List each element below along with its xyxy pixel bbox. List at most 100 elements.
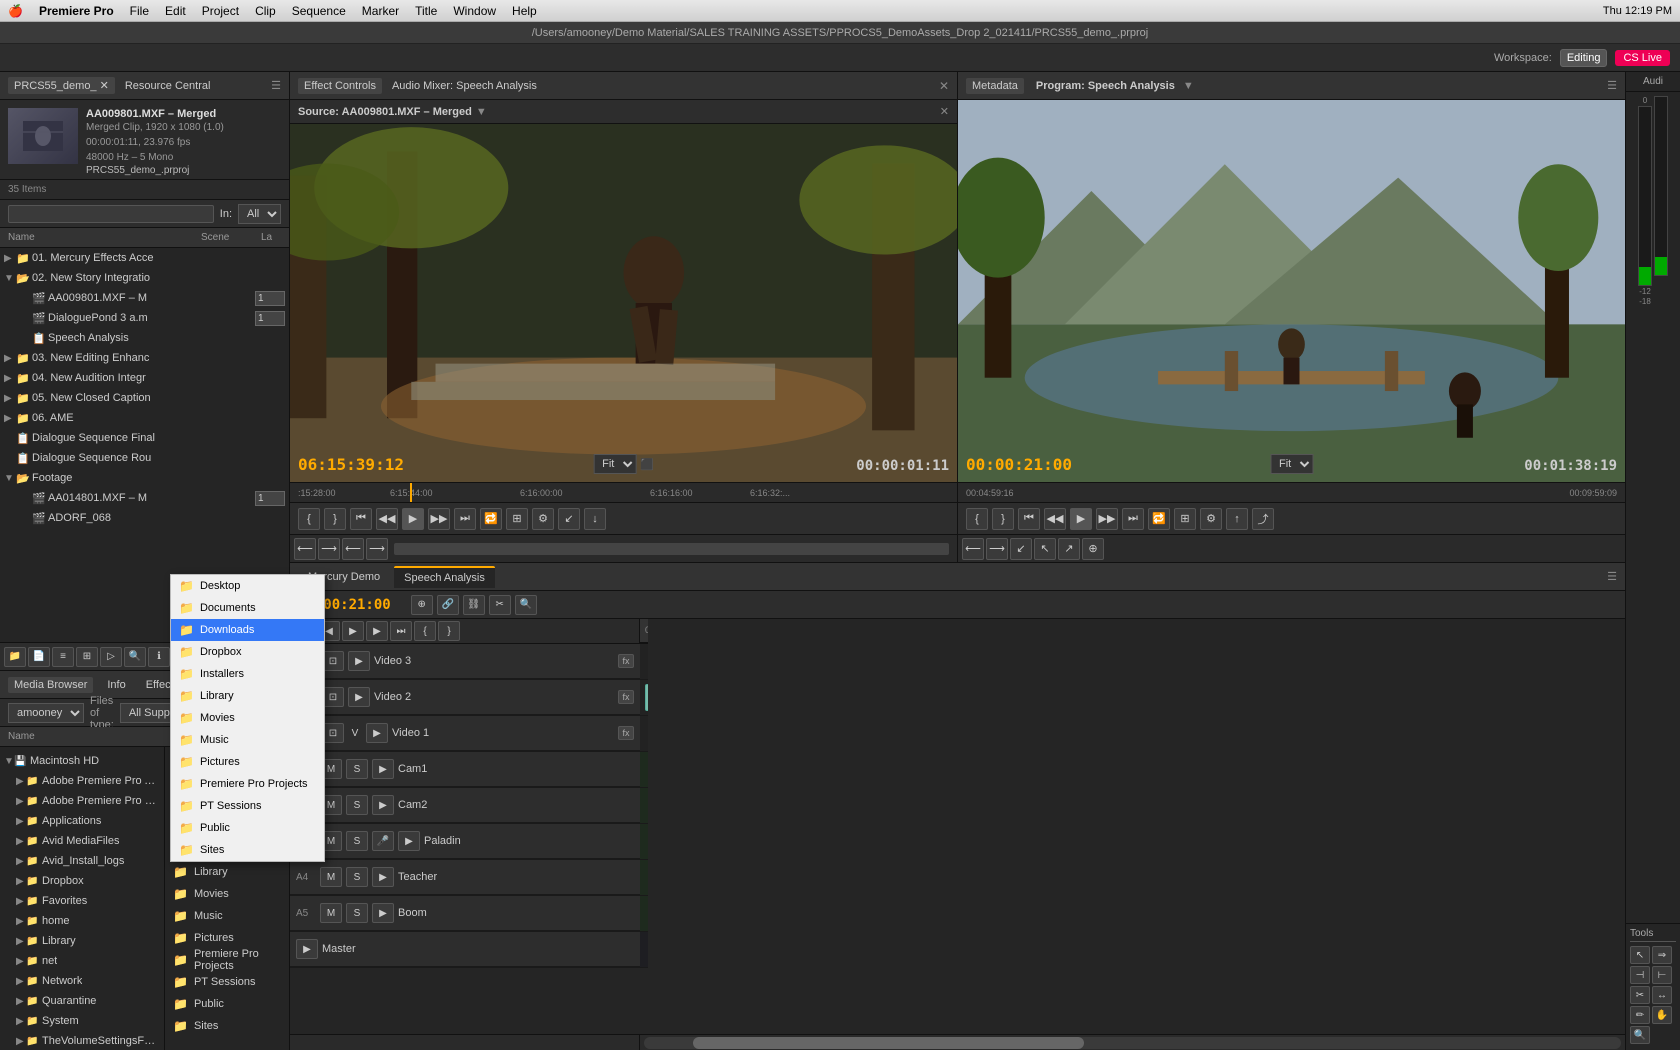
src-btn1[interactable]: ⟵ [294, 538, 316, 560]
tree-favorites[interactable]: ▶ 📁 Favorites [0, 891, 164, 911]
prog-mark-in[interactable]: { [966, 508, 988, 530]
prog-btn2[interactable]: ⟶ [986, 538, 1008, 560]
apple-menu[interactable]: 🍎 [8, 4, 23, 18]
ripple-edit-tool[interactable]: ⊣ [1630, 966, 1650, 984]
source-settings[interactable]: ⚙ [532, 508, 554, 530]
workspace-select[interactable]: Editing [1560, 49, 1608, 67]
slip-tool[interactable]: ↔ [1652, 986, 1672, 1004]
source-mark-out[interactable]: } [324, 508, 346, 530]
file-public[interactable]: 📁 Public [165, 993, 289, 1015]
tree-item-footage[interactable]: ▼ 📂 Footage [0, 468, 289, 488]
file-premiere-projects[interactable]: 📁 Premiere Pro Projects [165, 949, 289, 971]
tree-applications[interactable]: ▶ 📁 Applications [0, 811, 164, 831]
prog-btn4[interactable]: ↖ [1034, 538, 1056, 560]
in-select[interactable]: All [238, 204, 281, 224]
menu-edit[interactable]: Edit [165, 4, 186, 18]
track-a2-arrow[interactable]: ▶ [372, 795, 394, 815]
track-v1-arrow[interactable]: ▶ [366, 723, 388, 743]
track-v2-fx[interactable]: fx [618, 690, 634, 704]
tree-item-dialoguepond[interactable]: 🎬 DialoguePond 3 a.m [0, 308, 289, 328]
track-v2-sync[interactable]: ⊡ [322, 687, 344, 707]
track-a5-solo[interactable]: S [346, 903, 368, 923]
track-v1-sync[interactable]: ⊡ [322, 723, 344, 743]
source-fit-select[interactable]: Fit [593, 454, 636, 474]
prog-step-fwd[interactable]: ▶▶ [1096, 508, 1118, 530]
menu-project[interactable]: Project [202, 4, 239, 18]
dd-pt-sessions[interactable]: 📁 PT Sessions [171, 795, 324, 817]
source-close-icon[interactable]: ✕ [940, 105, 949, 118]
menu-help[interactable]: Help [512, 4, 537, 18]
file-movies[interactable]: 📁 Movies [165, 883, 289, 905]
app-name[interactable]: Premiere Pro [39, 4, 114, 18]
track-a2-solo[interactable]: S [346, 795, 368, 815]
icon-view-button[interactable]: ⊞ [76, 647, 98, 667]
track-a3-solo[interactable]: S [346, 831, 368, 851]
dd-music[interactable]: 📁 Music [171, 729, 324, 751]
timeline-menu-icon[interactable]: ☰ [1607, 570, 1617, 583]
tree-item-adorf068[interactable]: 🎬 ADORF_068 [0, 508, 289, 528]
source-overwrite[interactable]: ↓ [584, 508, 606, 530]
tl-goto-end[interactable]: ⏭ [390, 621, 412, 641]
tl-mark-out[interactable]: } [438, 621, 460, 641]
razor-tool[interactable]: ✂ [1630, 986, 1650, 1004]
tree-dropbox[interactable]: ▶ 📁 Dropbox [0, 871, 164, 891]
tree-system[interactable]: ▶ 📁 System [0, 1011, 164, 1031]
media-browser-tab[interactable]: Media Browser [8, 677, 93, 693]
prog-goto-in[interactable]: ⏮ [1018, 508, 1040, 530]
tree-item-06[interactable]: ▶ 📁 06. AME [0, 408, 289, 428]
timeline-scrollbar-track[interactable] [644, 1037, 1621, 1049]
source-goto-in[interactable]: ⏮ [350, 508, 372, 530]
prog-lift[interactable]: ↑ [1226, 508, 1248, 530]
track-v2-arrow[interactable]: ▶ [348, 687, 370, 707]
project-tab[interactable]: PRCS55_demo_ ✕ [8, 77, 115, 94]
track-v3-arrow[interactable]: ▶ [348, 651, 370, 671]
zoom-tool[interactable]: 🔍 [1630, 1026, 1650, 1044]
info-tab[interactable]: Info [101, 677, 131, 693]
tree-net[interactable]: ▶ 📁 net [0, 951, 164, 971]
track-a4-solo[interactable]: S [346, 867, 368, 887]
prog-loop[interactable]: 🔁 [1148, 508, 1170, 530]
dd-documents[interactable]: 📁 Documents [171, 597, 324, 619]
tl-btn-razor[interactable]: ✂ [489, 595, 511, 615]
prog-safe-frame[interactable]: ⊞ [1174, 508, 1196, 530]
file-music[interactable]: 📁 Music [165, 905, 289, 927]
track-select-tool[interactable]: ⇒ [1652, 946, 1672, 964]
file-pt-sessions[interactable]: 📁 PT Sessions [165, 971, 289, 993]
prog-btn5[interactable]: ↗ [1058, 538, 1080, 560]
source-mark-in[interactable]: { [298, 508, 320, 530]
tl-play[interactable]: ▶ [342, 621, 364, 641]
effect-controls-tab[interactable]: Effect Controls [298, 78, 382, 94]
prog-btn1[interactable]: ⟵ [962, 538, 984, 560]
tree-item-03[interactable]: ▶ 📁 03. New Editing Enhanc [0, 348, 289, 368]
source-monitor-close[interactable]: ✕ [939, 79, 949, 93]
resource-central-tab[interactable]: Resource Central [119, 78, 217, 94]
tl-btn-snap[interactable]: 🔗 [437, 595, 459, 615]
dd-desktop[interactable]: 📁 Desktop [171, 575, 324, 597]
prog-btn3[interactable]: ↙ [1010, 538, 1032, 560]
pen-tool[interactable]: ✏ [1630, 1006, 1650, 1024]
prog-play[interactable]: ▶ [1070, 508, 1092, 530]
info-button[interactable]: ℹ [148, 647, 170, 667]
tree-item-aa014801[interactable]: 🎬 AA014801.MXF – M [0, 488, 289, 508]
program-dropdown-arrow[interactable]: ▼ [1183, 80, 1194, 92]
menu-marker[interactable]: Marker [362, 4, 399, 18]
source-safe-frame[interactable]: ⊞ [506, 508, 528, 530]
track-a4-mute[interactable]: M [320, 867, 342, 887]
dd-public[interactable]: 📁 Public [171, 817, 324, 839]
track-a1-arrow[interactable]: ▶ [372, 759, 394, 779]
new-item-button[interactable]: 📄 [28, 647, 50, 667]
src-btn3[interactable]: ⟵ [342, 538, 364, 560]
tree-item-05[interactable]: ▶ 📁 05. New Closed Caption [0, 388, 289, 408]
tree-library[interactable]: ▶ 📁 Library [0, 931, 164, 951]
tree-item-02[interactable]: ▼ 📂 02. New Story Integratio [0, 268, 289, 288]
prog-extract[interactable]: ⤴ [1252, 508, 1274, 530]
new-bin-button[interactable]: 📁 [4, 647, 26, 667]
dd-downloads[interactable]: 📁 Downloads [171, 619, 324, 641]
file-library[interactable]: 📁 Library [165, 861, 289, 883]
user-select[interactable]: amooney [8, 703, 84, 723]
dd-installers[interactable]: 📁 Installers [171, 663, 324, 685]
tree-avid-logs[interactable]: ▶ 📁 Avid_Install_logs [0, 851, 164, 871]
tree-avid-media[interactable]: ▶ 📁 Avid MediaFiles [0, 831, 164, 851]
tree-item-aa009801[interactable]: 🎬 AA009801.MXF – M [0, 288, 289, 308]
source-insert[interactable]: ↙ [558, 508, 580, 530]
